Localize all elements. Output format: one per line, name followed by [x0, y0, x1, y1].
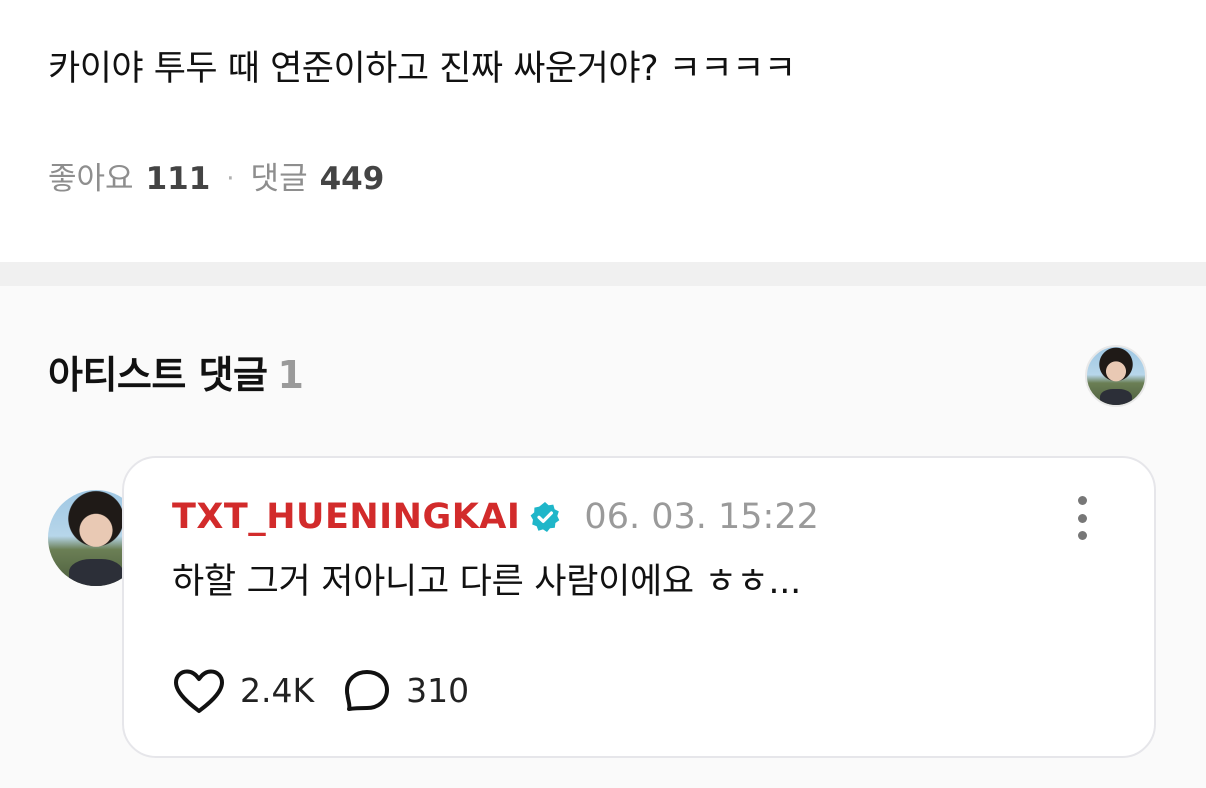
likes-count[interactable]: 111 — [146, 155, 211, 203]
comment-author-name[interactable]: TXT_HUENINGKAI — [172, 494, 520, 540]
reply-button[interactable]: 310 — [342, 668, 469, 714]
reply-count: 310 — [406, 671, 470, 710]
post-section: 카이야 투두 때 연준이하고 진짜 싸운거야? ㅋㅋㅋㅋ 좋아요 111 · 댓… — [0, 0, 1206, 262]
artist-comments-header: 아티스트 댓글 1 — [48, 350, 304, 400]
speech-bubble-outline-icon — [342, 668, 392, 714]
comments-count[interactable]: 449 — [320, 155, 385, 203]
stats-separator: · — [226, 164, 235, 194]
more-vertical-icon[interactable] — [1074, 496, 1090, 540]
artist-comments-section: 아티스트 댓글 1 TXT_HUENINGKAI 06. 03. 15:22 하할… — [0, 286, 1206, 788]
heart-outline-icon — [172, 668, 226, 714]
artist-comment-card[interactable]: TXT_HUENINGKAI 06. 03. 15:22 하할 그거 저아니고 … — [122, 456, 1156, 758]
post-text: 카이야 투두 때 연준이하고 진짜 싸운거야? ㅋㅋㅋㅋ — [48, 49, 796, 89]
comment-author-row: TXT_HUENINGKAI 06. 03. 15:22 — [172, 494, 819, 540]
comments-label[interactable]: 댓글 — [251, 155, 308, 203]
like-button[interactable]: 2.4K — [172, 668, 314, 714]
like-count: 2.4K — [240, 671, 315, 710]
artist-avatar[interactable] — [1085, 345, 1147, 407]
comment-actions: 2.4K 310 — [172, 668, 469, 714]
artist-comments-count: 1 — [277, 353, 304, 397]
likes-label[interactable]: 좋아요 — [48, 155, 134, 203]
artist-comments-title: 아티스트 댓글 — [48, 353, 268, 397]
section-divider — [0, 262, 1206, 286]
verified-badge-icon — [528, 500, 562, 534]
comment-timestamp: 06. 03. 15:22 — [584, 497, 819, 537]
comment-text: 하할 그거 저아니고 다른 사람이에요 ㅎㅎ... — [172, 562, 801, 602]
post-stats: 좋아요 111 · 댓글 449 — [48, 155, 384, 203]
